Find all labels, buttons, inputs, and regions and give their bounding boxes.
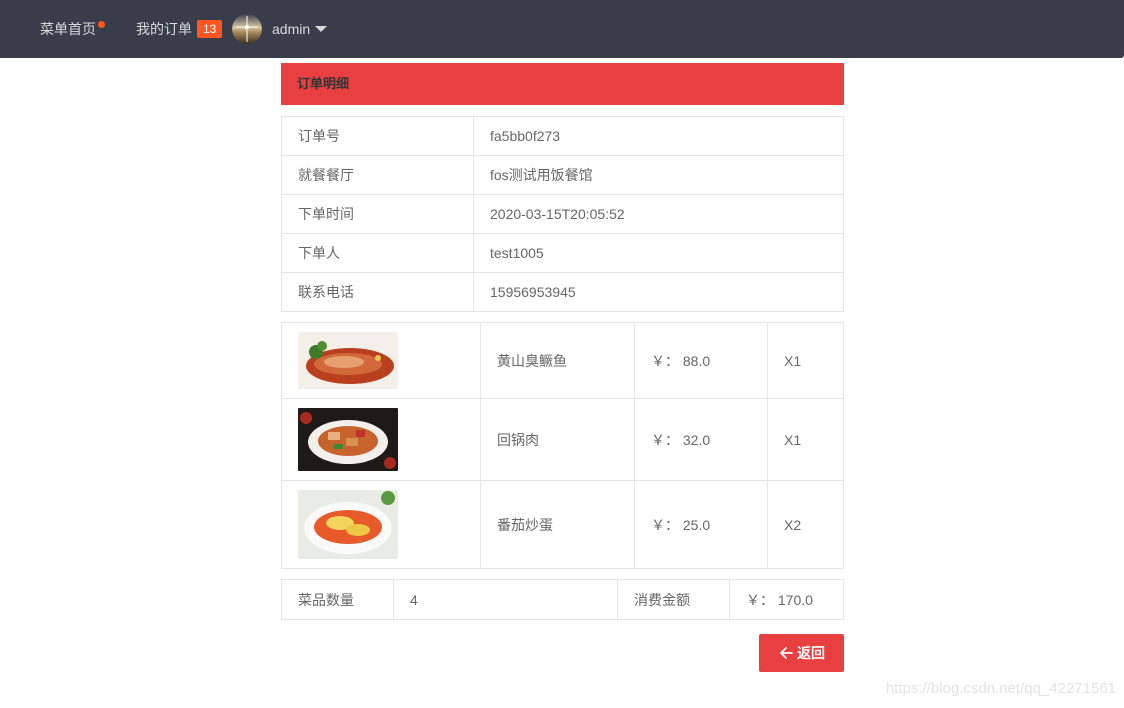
nav-menu-home[interactable]: 菜单首页: [40, 0, 105, 58]
order-number-label: 订单号: [281, 116, 474, 156]
dish-qty: X2: [767, 480, 844, 569]
nav-menu-home-label: 菜单首页: [40, 21, 96, 37]
table-row: 菜品数量 4 消费金额 ￥： 170.0: [281, 579, 844, 620]
nav-my-orders[interactable]: 我的订单 13: [136, 0, 223, 58]
dish-list-table: 黄山臭鳜鱼 ￥： 88.0 X1 回锅肉 ￥： 32.0 X1 番茄炒蛋 ￥： …: [281, 322, 844, 569]
dish-image-cell: [281, 480, 481, 569]
table-row: 回锅肉 ￥： 32.0 X1: [281, 398, 844, 481]
orderer-value: test1005: [473, 233, 844, 273]
dish-image-cell: [281, 322, 481, 399]
table-row: 联系电话 15956953945: [281, 272, 844, 312]
order-number-value: fa5bb0f273: [473, 116, 844, 156]
notification-dot: [98, 21, 105, 28]
amount-value: ￥： 170.0: [729, 579, 844, 620]
phone-label: 联系电话: [281, 272, 474, 312]
top-navbar: 菜单首页 我的订单 13 admin: [0, 0, 1124, 58]
phone-value: 15956953945: [473, 272, 844, 312]
arrow-left-icon: [780, 647, 793, 659]
table-row: 订单号 fa5bb0f273: [281, 116, 844, 156]
nav-my-orders-label: 我的订单: [136, 21, 192, 37]
dish-photo-pork: [298, 408, 398, 471]
table-row: 下单时间 2020-03-15T20:05:52: [281, 194, 844, 234]
table-row: 黄山臭鳜鱼 ￥： 88.0 X1: [281, 322, 844, 399]
dish-photo-tomato-egg: [298, 490, 398, 559]
dish-qty: X1: [767, 322, 844, 399]
orders-count-badge: 13: [197, 20, 223, 39]
dish-name: 回锅肉: [480, 398, 635, 481]
dish-name: 黄山臭鳜鱼: [480, 322, 635, 399]
dish-count-value: 4: [393, 579, 618, 620]
order-time-label: 下单时间: [281, 194, 474, 234]
dish-price: ￥： 88.0: [634, 322, 768, 399]
back-button[interactable]: 返回: [759, 634, 844, 672]
order-detail-header: 订单明细: [281, 63, 844, 105]
username: admin: [272, 21, 311, 37]
orderer-label: 下单人: [281, 233, 474, 273]
order-info-table: 订单号 fa5bb0f273 就餐餐厅 fos测试用饭餐馆 下单时间 2020-…: [281, 116, 844, 312]
avatar: [232, 14, 262, 44]
table-row: 下单人 test1005: [281, 233, 844, 273]
dish-name: 番茄炒蛋: [480, 480, 635, 569]
user-menu[interactable]: admin: [232, 0, 328, 58]
restaurant-label: 就餐餐厅: [281, 155, 474, 195]
amount-label: 消费金额: [617, 579, 730, 620]
dish-price: ￥： 32.0: [634, 398, 768, 481]
caret-down-icon: [315, 26, 328, 32]
table-row: 番茄炒蛋 ￥： 25.0 X2: [281, 480, 844, 569]
restaurant-value: fos测试用饭餐馆: [473, 155, 844, 195]
watermark: https://blog.csdn.net/qq_42271561: [885, 680, 1116, 697]
table-row: 就餐餐厅 fos测试用饭餐馆: [281, 155, 844, 195]
dish-price: ￥： 25.0: [634, 480, 768, 569]
order-summary-table: 菜品数量 4 消费金额 ￥： 170.0: [281, 579, 844, 620]
order-time-value: 2020-03-15T20:05:52: [473, 194, 844, 234]
order-detail-card: 订单明细 订单号 fa5bb0f273 就餐餐厅 fos测试用饭餐馆 下单时间 …: [281, 63, 844, 620]
dish-image-cell: [281, 398, 481, 481]
dish-photo-fish: [298, 332, 398, 389]
dish-qty: X1: [767, 398, 844, 481]
dish-count-label: 菜品数量: [281, 579, 394, 620]
back-button-label: 返回: [797, 645, 825, 661]
